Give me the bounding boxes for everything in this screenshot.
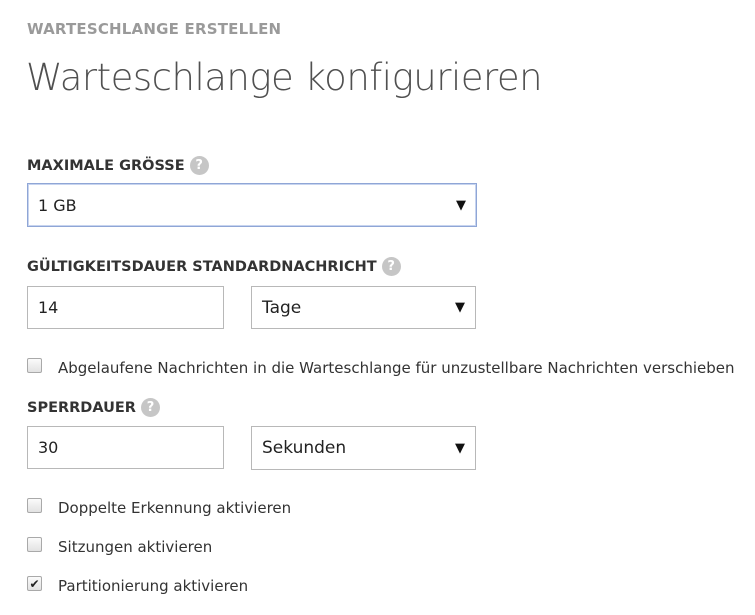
chevron-down-icon: ▼ (455, 440, 465, 456)
duplicate-detection-label: Doppelte Erkennung aktivieren (58, 499, 292, 517)
lock-label: SPERRDAUER (27, 399, 136, 416)
lock-input[interactable]: 30 (27, 426, 224, 469)
max-size-value: 1 GB (38, 195, 77, 215)
chevron-down-icon: ▼ (455, 300, 465, 315)
partitioning-label: Partitionierung aktivieren (58, 577, 249, 595)
ttl-label-row: GÜLTIGKEITSDAUER STANDARDNACHRICHT ? (27, 257, 401, 276)
lock-label-row: SPERRDAUER ? (27, 398, 160, 417)
help-icon[interactable]: ? (140, 398, 160, 417)
chevron-down-icon: ▼ (456, 197, 466, 213)
max-size-label: MAXIMALE GRÖSSE (27, 157, 185, 174)
lock-unit-value: Sekunden (262, 438, 347, 458)
dead-letter-checkbox[interactable] (27, 358, 42, 373)
ttl-value: 14 (38, 298, 59, 317)
max-size-select[interactable]: 1 GB ▼ (27, 183, 477, 227)
max-size-label-row: MAXIMALE GRÖSSE ? (27, 156, 209, 175)
lock-value: 30 (38, 438, 59, 457)
section-eyebrow: WARTESCHLANGE ERSTELLEN (27, 20, 282, 38)
partitioning-checkbox[interactable]: ✔ (27, 576, 42, 591)
sessions-label: Sitzungen aktivieren (58, 538, 213, 556)
ttl-label: GÜLTIGKEITSDAUER STANDARDNACHRICHT (27, 258, 377, 275)
help-icon[interactable]: ? (381, 257, 401, 276)
ttl-unit-value: Tage (262, 297, 302, 318)
sessions-checkbox[interactable] (27, 537, 42, 552)
ttl-input[interactable]: 14 (27, 286, 224, 329)
dead-letter-label: Abgelaufene Nachrichten in die Warteschl… (58, 359, 735, 377)
checkmark-icon: ✔ (29, 576, 40, 591)
duplicate-detection-checkbox[interactable] (27, 498, 42, 513)
page-title: Warteschlange konfigurieren (26, 56, 543, 99)
ttl-unit-select[interactable]: Tage ▼ (251, 286, 476, 329)
help-icon[interactable]: ? (189, 156, 209, 175)
lock-unit-select[interactable]: Sekunden ▼ (251, 426, 476, 470)
